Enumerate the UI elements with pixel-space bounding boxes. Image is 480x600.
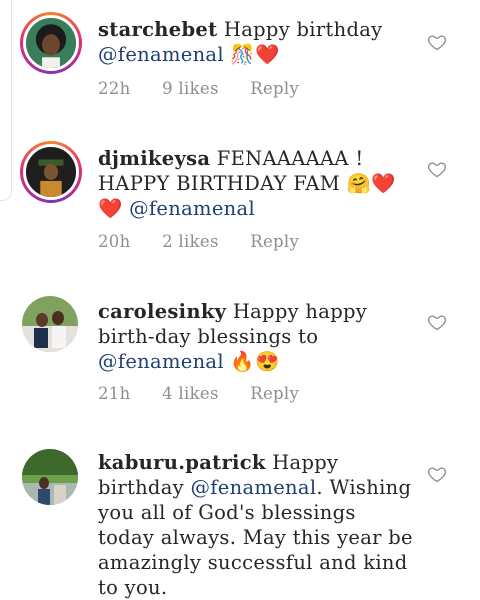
comment-username[interactable]: starchebet: [98, 18, 217, 41]
heart-outline-icon[interactable]: [427, 159, 447, 179]
comment-username[interactable]: kaburu.patrick: [98, 451, 266, 474]
avatar-image: [22, 449, 78, 505]
avatar-image: [26, 18, 76, 68]
reply-button[interactable]: Reply: [250, 384, 299, 403]
heart-outline-icon[interactable]: [427, 312, 447, 332]
comment-username[interactable]: carolesinky: [98, 300, 226, 323]
comment-text: carolesinky Happy happy birth-day blessi…: [98, 299, 414, 374]
comment-time: 21h: [98, 384, 131, 403]
reply-button[interactable]: Reply: [250, 79, 299, 98]
comment-time: 22h: [98, 79, 131, 98]
avatar[interactable]: [22, 296, 78, 352]
comment-likes[interactable]: 2 likes: [162, 232, 219, 251]
comment-meta: 20h 2 likes Reply: [98, 232, 299, 251]
comment-body: Happy birthday: [223, 18, 383, 41]
avatar-image: [26, 147, 76, 197]
comment-mention[interactable]: @fenamenal: [129, 197, 255, 220]
comment-text: kaburu.patrick Happy birthday @fenamenal…: [98, 450, 414, 600]
comment-text: starchebet Happy birthday @fenamenal 🎊❤️: [98, 17, 414, 67]
heart-outline-icon[interactable]: [427, 32, 447, 52]
comment-emoji: 🎊❤️: [223, 43, 280, 66]
comment-mention[interactable]: @fenamenal: [98, 350, 224, 373]
comment-likes[interactable]: 9 likes: [162, 79, 219, 98]
comment-likes[interactable]: 4 likes: [162, 384, 219, 403]
avatar-image: [22, 296, 78, 352]
comment-meta: 22h 9 likes Reply: [98, 79, 299, 98]
reply-button[interactable]: Reply: [250, 232, 299, 251]
avatar[interactable]: [20, 141, 82, 203]
comment-emoji: 🔥😍: [223, 350, 280, 373]
comment-meta: 21h 4 likes Reply: [98, 384, 299, 403]
comment-mention[interactable]: @fenamenal: [190, 476, 316, 499]
comment-text: djmikeysa FENAAAAAA ! HAPPY BIRTHDAY FAM…: [98, 146, 414, 221]
heart-outline-icon[interactable]: [427, 464, 447, 484]
comment-time: 20h: [98, 232, 131, 251]
avatar[interactable]: [20, 12, 82, 74]
avatar[interactable]: [22, 449, 78, 505]
previous-card-edge: [0, 0, 12, 201]
comment-mention[interactable]: @fenamenal: [98, 43, 224, 66]
comment-username[interactable]: djmikeysa: [98, 147, 210, 170]
